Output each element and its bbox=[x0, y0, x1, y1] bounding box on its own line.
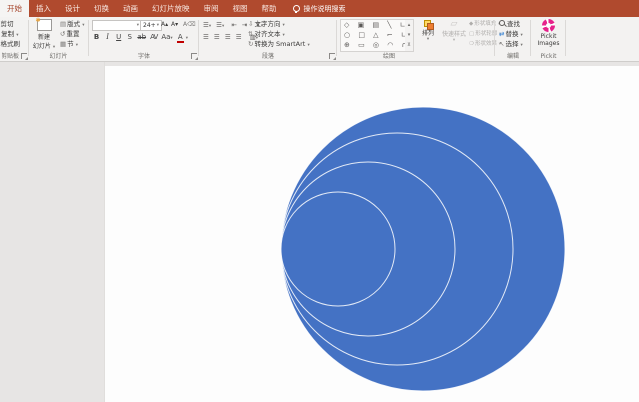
powerpoint-window: 开始 插入 设计 切换 动画 幻灯片放映 审阅 视图 帮助 操作说明搜索 ✂剪切… bbox=[0, 0, 639, 402]
circles-drawing bbox=[0, 0, 639, 402]
slide-shape-circle-4[interactable] bbox=[281, 192, 395, 306]
